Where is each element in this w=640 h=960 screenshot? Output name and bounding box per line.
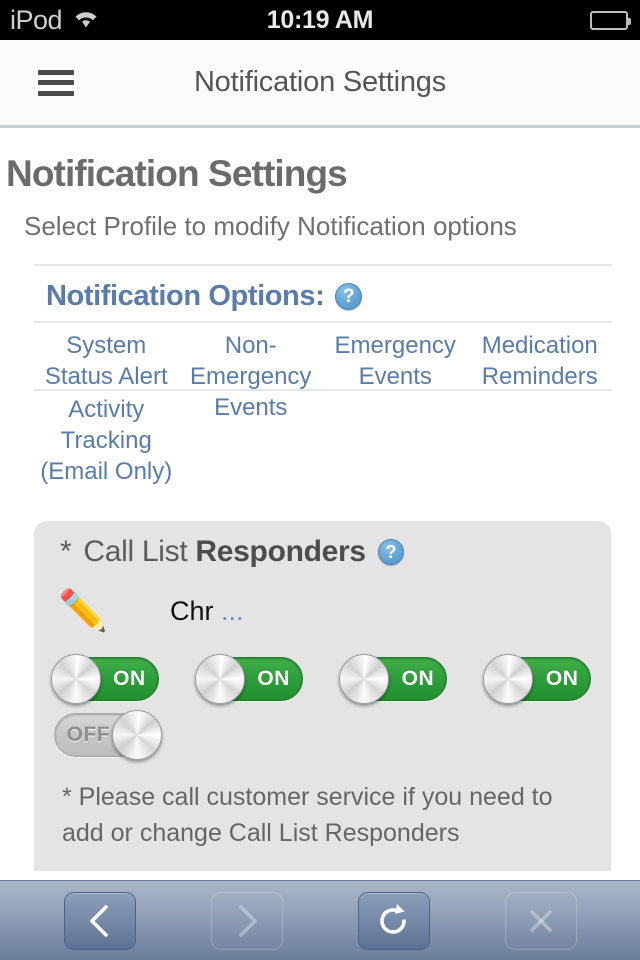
help-question-icon[interactable]: ? <box>335 283 363 311</box>
option-column-system-status-alert[interactable]: System Status Alert <box>34 323 179 390</box>
toggle-knob <box>111 710 162 760</box>
non-emergency-events-toggle[interactable]: ON <box>194 654 303 704</box>
toggle-state-label: ON <box>113 667 146 690</box>
activity-tracking-toggle[interactable]: OFF <box>53 710 162 760</box>
toggle-state-label: OFF <box>66 723 111 746</box>
call-list-responders-title: * Call List Responders ? <box>34 535 611 569</box>
call-list-responders-panel: * Call List Responders ? ✏️ Chr ... ON O… <box>34 521 611 871</box>
notification-options-card: Notification Options: ? System Status Al… <box>34 264 612 487</box>
notification-options-title: Notification Options: <box>46 280 325 313</box>
responders-title-prefix: Call List <box>83 535 188 568</box>
option-column-medication-reminders[interactable]: Medication Reminders <box>468 323 613 390</box>
notification-options-heading: Notification Options: ? <box>34 276 612 321</box>
chevron-left-icon <box>89 904 108 937</box>
app-screen: iPod 10:19 AM Notification Settings Noti… <box>0 0 640 960</box>
medication-reminders-toggle[interactable]: ON <box>483 654 592 704</box>
emergency-events-toggle[interactable]: ON <box>339 654 448 704</box>
page-content: Notification Settings Select Profile to … <box>0 131 640 880</box>
back-button[interactable] <box>63 891 136 950</box>
reload-button[interactable] <box>357 891 430 950</box>
responder-toggle-row-secondary: OFF <box>34 701 611 760</box>
status-bar-time: 10:19 AM <box>266 5 374 34</box>
responder-editor-row: ✏️ Chr ... <box>34 569 611 631</box>
status-bar-left: iPod <box>10 4 190 35</box>
system-status-alert-toggle[interactable]: ON <box>50 654 159 704</box>
nav-title: Notification Settings <box>193 66 447 98</box>
status-bar: iPod 10:19 AM <box>0 0 640 40</box>
toggle-knob <box>339 654 390 704</box>
chevron-right-icon <box>238 904 257 937</box>
responder-name-ellipsis: ... <box>221 595 244 626</box>
toggle-knob <box>50 654 101 704</box>
wifi-icon <box>71 7 101 34</box>
carrier-label: iPod <box>10 4 63 35</box>
page-subtitle: Select Profile to modify Notification op… <box>24 210 517 241</box>
responder-toggle-row-primary: ON ON ON ON <box>34 631 611 704</box>
hamburger-bar <box>38 69 74 75</box>
page-title: Notification Settings <box>6 153 348 194</box>
notification-options-grid: System Status Alert Non-Emergency Events… <box>34 321 612 487</box>
nav-header: Notification Settings <box>0 40 640 128</box>
close-x-icon <box>529 909 552 932</box>
battery-icon <box>590 10 631 30</box>
required-asterisk: * <box>60 535 72 568</box>
hamburger-menu-icon[interactable] <box>38 69 74 96</box>
toggle-state-label: ON <box>257 667 290 690</box>
toggle-state-label: ON <box>545 667 579 690</box>
refresh-icon <box>379 903 406 934</box>
hamburger-bar <box>38 90 74 96</box>
responder-name-text: Chr <box>170 595 214 626</box>
hamburger-bar <box>38 80 74 85</box>
forward-button[interactable] <box>210 891 283 950</box>
responders-title-text: Call List Responders <box>83 535 366 569</box>
option-column-activity-tracking[interactable]: Activity Tracking (Email Only) <box>34 391 179 487</box>
option-column-emergency-events[interactable]: Emergency Events <box>323 323 468 390</box>
close-button[interactable] <box>504 891 577 950</box>
toggle-state-label: ON <box>401 667 435 690</box>
help-question-icon[interactable]: ? <box>377 539 404 565</box>
pencil-edit-icon[interactable]: ✏️ <box>54 591 112 631</box>
browser-toolbar <box>0 880 640 960</box>
status-bar-right <box>450 10 631 30</box>
responders-title-bold: Responders <box>195 535 366 568</box>
option-column-non-emergency-events[interactable]: Non-Emergency Events <box>179 323 324 420</box>
toggle-knob <box>194 654 245 704</box>
responder-name-value[interactable]: Chr ... <box>170 596 244 627</box>
responders-footnote: * Please call customer service if you ne… <box>62 783 553 848</box>
